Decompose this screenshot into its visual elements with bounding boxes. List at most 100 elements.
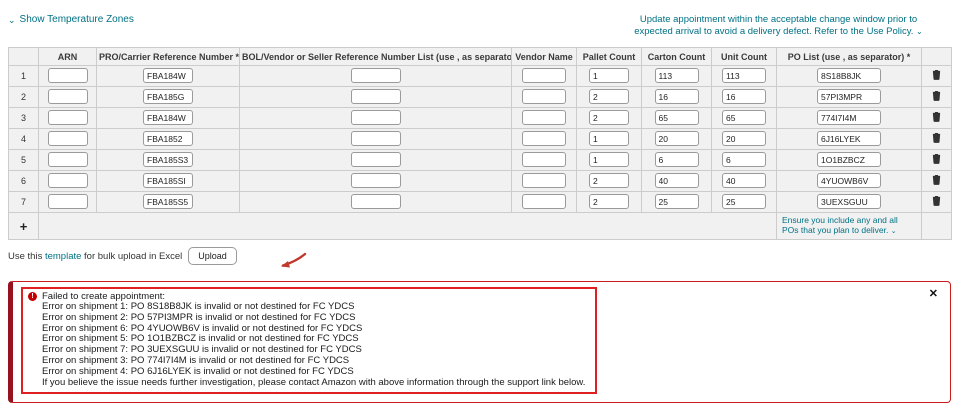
pallet-count-input[interactable] <box>589 89 629 104</box>
vendor-name-input[interactable] <box>522 110 566 125</box>
top-bar: ⌄ Show Temperature Zones Update appointm… <box>8 8 951 37</box>
po-list-input[interactable] <box>817 110 881 125</box>
close-icon[interactable]: ✕ <box>929 287 938 300</box>
carton-count-input[interactable] <box>655 131 699 146</box>
trash-icon <box>932 152 941 167</box>
carton-count-input[interactable] <box>655 89 699 104</box>
pro-reference-input[interactable] <box>143 89 193 104</box>
row-number: 4 <box>9 129 39 150</box>
header-rownum <box>9 48 39 66</box>
unit-count-input[interactable] <box>722 194 766 209</box>
bulk-upload-text: Use this template for bulk upload in Exc… <box>8 251 182 262</box>
po-note-cell: Ensure you include any and all POs that … <box>777 213 922 240</box>
pro-reference-input[interactable] <box>143 173 193 188</box>
carton-count-input[interactable] <box>655 194 699 209</box>
unit-count-input[interactable] <box>722 89 766 104</box>
delete-row-button[interactable] <box>932 174 941 185</box>
pallet-count-input[interactable] <box>589 152 629 167</box>
add-row-spacer <box>39 213 777 240</box>
po-note-text: Ensure you include any and all POs that … <box>782 215 898 235</box>
delete-row-button[interactable] <box>932 132 941 143</box>
error-line: Error on shipment 2: PO 57PI3MPR is inva… <box>42 313 585 324</box>
row-number: 7 <box>9 192 39 213</box>
header-pallet-count: Pallet Count <box>577 48 642 66</box>
po-list-input[interactable] <box>817 89 881 104</box>
table-row: 2 <box>9 87 952 108</box>
bol-reference-input[interactable] <box>351 110 401 125</box>
pallet-count-input[interactable] <box>589 194 629 209</box>
pro-reference-input[interactable] <box>143 152 193 167</box>
error-annotation-box: ! Failed to create appointment: Error on… <box>21 287 597 394</box>
appointment-page: ⌄ Show Temperature Zones Update appointm… <box>0 0 959 403</box>
use-policy-link[interactable]: Use Policy. <box>867 26 914 37</box>
vendor-name-input[interactable] <box>522 173 566 188</box>
template-link[interactable]: template <box>45 251 81 262</box>
vendor-name-input[interactable] <box>522 68 566 83</box>
arn-input[interactable] <box>48 152 88 167</box>
pallet-count-input[interactable] <box>589 131 629 146</box>
header-actions <box>922 48 952 66</box>
add-row: + Ensure you include any and all POs tha… <box>9 213 952 240</box>
bol-reference-input[interactable] <box>351 131 401 146</box>
vendor-name-input[interactable] <box>522 152 566 167</box>
unit-count-input[interactable] <box>722 131 766 146</box>
po-list-input[interactable] <box>817 68 881 83</box>
carton-count-input[interactable] <box>655 110 699 125</box>
bulk-upload-row: Use this template for bulk upload in Exc… <box>8 247 951 265</box>
table-row: 3 <box>9 108 952 129</box>
carton-count-input[interactable] <box>655 152 699 167</box>
arn-input[interactable] <box>48 110 88 125</box>
vendor-name-input[interactable] <box>522 131 566 146</box>
vendor-name-input[interactable] <box>522 89 566 104</box>
table-row: 6 <box>9 171 952 192</box>
bol-reference-input[interactable] <box>351 194 401 209</box>
po-list-input[interactable] <box>817 131 881 146</box>
vendor-name-input[interactable] <box>522 194 566 209</box>
upload-button[interactable]: Upload <box>188 247 237 265</box>
bol-reference-input[interactable] <box>351 173 401 188</box>
bol-reference-input[interactable] <box>351 152 401 167</box>
po-list-input[interactable] <box>817 152 881 167</box>
pallet-count-input[interactable] <box>589 110 629 125</box>
arn-input[interactable] <box>48 173 88 188</box>
unit-count-input[interactable] <box>722 68 766 83</box>
carton-count-input[interactable] <box>655 68 699 83</box>
po-list-input[interactable] <box>817 194 881 209</box>
unit-count-input[interactable] <box>722 173 766 188</box>
delete-row-button[interactable] <box>932 153 941 164</box>
pro-reference-input[interactable] <box>143 194 193 209</box>
add-row-button[interactable]: + <box>9 213 39 240</box>
table-row: 5 <box>9 150 952 171</box>
trash-icon <box>932 89 941 104</box>
delete-row-button[interactable] <box>932 69 941 80</box>
unit-count-input[interactable] <box>722 152 766 167</box>
arn-input[interactable] <box>48 68 88 83</box>
pallet-count-input[interactable] <box>589 68 629 83</box>
error-icon: ! <box>28 292 37 301</box>
pro-reference-input[interactable] <box>143 68 193 83</box>
delete-row-button[interactable] <box>932 195 941 206</box>
header-arn: ARN <box>39 48 97 66</box>
bulk-text-suffix: for bulk upload in Excel <box>84 251 182 262</box>
carton-count-input[interactable] <box>655 173 699 188</box>
chevron-down-icon: ⌄ <box>8 16 16 24</box>
po-list-input[interactable] <box>817 173 881 188</box>
pallet-count-input[interactable] <box>589 173 629 188</box>
row-number: 2 <box>9 87 39 108</box>
bol-reference-input[interactable] <box>351 68 401 83</box>
arn-input[interactable] <box>48 194 88 209</box>
arn-input[interactable] <box>48 131 88 146</box>
unit-count-input[interactable] <box>722 110 766 125</box>
header-bol: BOL/Vendor or Seller Reference Number Li… <box>240 48 512 66</box>
header-po-list: PO List (use , as separator) * <box>777 48 922 66</box>
pro-reference-input[interactable] <box>143 131 193 146</box>
delete-row-button[interactable] <box>932 90 941 101</box>
arn-input[interactable] <box>48 89 88 104</box>
show-temperature-zones-link[interactable]: ⌄ Show Temperature Zones <box>8 14 134 25</box>
delete-row-button[interactable] <box>932 111 941 122</box>
chevron-down-icon: ⌄ <box>916 27 923 36</box>
chevron-down-icon[interactable]: ⌄ <box>891 228 897 235</box>
pro-reference-input[interactable] <box>143 110 193 125</box>
update-policy-notice: Update appointment within the acceptable… <box>606 14 951 37</box>
bol-reference-input[interactable] <box>351 89 401 104</box>
